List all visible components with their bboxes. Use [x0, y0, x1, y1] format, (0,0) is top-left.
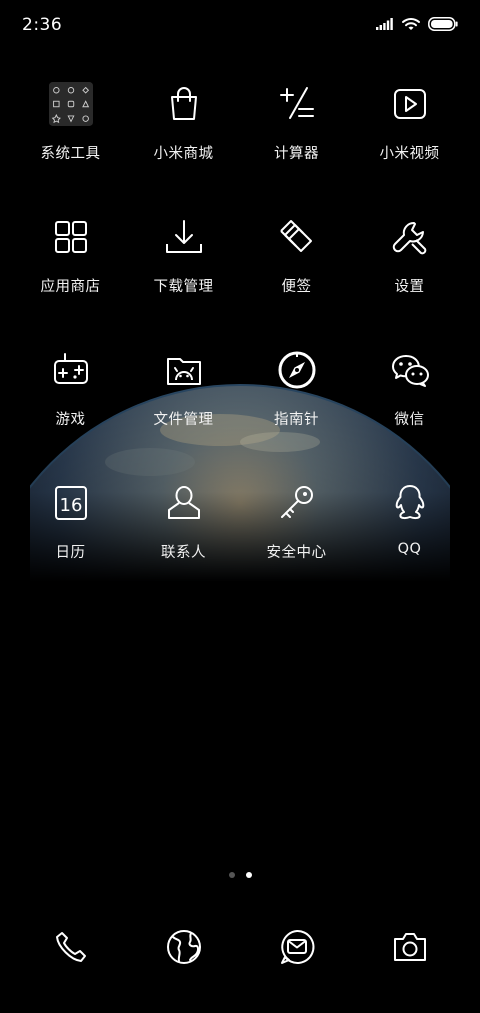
app-wechat[interactable]: 微信: [353, 344, 466, 477]
gamepad-icon: [49, 348, 93, 392]
app-label: QQ: [397, 541, 422, 557]
app-system-tools[interactable]: 系统工具: [14, 78, 127, 211]
app-calendar[interactable]: 16 日历: [14, 477, 127, 610]
dock-messages-button[interactable]: [240, 923, 353, 975]
app-label: 便签: [281, 279, 312, 295]
app-settings[interactable]: 设置: [353, 211, 466, 344]
app-store-icon: [49, 215, 93, 259]
phone-icon: [53, 929, 89, 969]
app-label: 应用商店: [40, 279, 101, 295]
download-icon: [162, 215, 206, 259]
app-label: 安全中心: [266, 545, 327, 561]
app-label: 微信: [394, 412, 425, 428]
dock-browser-button[interactable]: [127, 923, 240, 975]
app-row: 应用商店 下载管理 便签 设置: [14, 211, 466, 344]
globe-icon: [166, 929, 202, 969]
app-app-store[interactable]: 应用商店: [14, 211, 127, 344]
status-clock: 2:36: [22, 15, 63, 35]
notes-icon: [275, 215, 319, 259]
app-calculator[interactable]: 计算器: [240, 78, 353, 211]
app-label: 计算器: [274, 146, 319, 162]
app-label: 文件管理: [153, 412, 214, 428]
status-bar: 2:36: [0, 0, 480, 52]
app-label: 设置: [394, 279, 425, 295]
person-icon: [162, 481, 206, 525]
file-folder-icon: [162, 348, 206, 392]
wechat-icon: [388, 348, 432, 392]
video-play-icon: [388, 82, 432, 126]
app-notes[interactable]: 便签: [240, 211, 353, 344]
dock: [14, 923, 466, 975]
wrench-icon: [388, 215, 432, 259]
compass-icon: [275, 348, 319, 392]
app-contacts[interactable]: 联系人: [127, 477, 240, 610]
cellular-signal-icon: [376, 18, 394, 30]
page-dot-current[interactable]: [245, 872, 252, 878]
app-label: 日历: [55, 545, 86, 561]
calendar-icon: 16: [49, 481, 93, 525]
app-grid: 系统工具 小米商城 计算器 小米视频 应用商店 下载管理 便签 设置 游戏 文件…: [14, 78, 466, 610]
dock-camera-button[interactable]: [353, 923, 466, 975]
app-row: 系统工具 小米商城 计算器 小米视频: [14, 78, 466, 211]
message-icon: [279, 929, 315, 969]
app-file-manager[interactable]: 文件管理: [127, 344, 240, 477]
app-download-manager[interactable]: 下载管理: [127, 211, 240, 344]
calendar-day: 16: [59, 495, 82, 516]
app-qq[interactable]: QQ: [353, 477, 466, 610]
key-icon: [275, 481, 319, 525]
battery-icon: [428, 17, 458, 31]
page-indicator: [0, 872, 480, 878]
camera-icon: [392, 929, 428, 969]
app-label: 系统工具: [40, 146, 101, 162]
calculator-icon: [275, 82, 319, 126]
app-label: 指南针: [274, 412, 319, 428]
app-label: 联系人: [161, 545, 206, 561]
app-security-center[interactable]: 安全中心: [240, 477, 353, 610]
shopping-bag-icon: [162, 82, 206, 126]
app-mi-store[interactable]: 小米商城: [127, 78, 240, 211]
qq-penguin-icon: [388, 481, 432, 525]
page-dot[interactable]: [228, 872, 235, 878]
app-games[interactable]: 游戏: [14, 344, 127, 477]
app-mi-video[interactable]: 小米视频: [353, 78, 466, 211]
app-label: 下载管理: [153, 279, 214, 295]
folder-grid-icon: [48, 82, 93, 126]
app-label: 小米视频: [379, 146, 440, 162]
dock-phone-button[interactable]: [14, 923, 127, 975]
wifi-icon: [402, 17, 420, 31]
app-label: 游戏: [55, 412, 86, 428]
app-compass[interactable]: 指南针: [240, 344, 353, 477]
status-icons: [376, 17, 458, 31]
app-row: 16 日历 联系人 安全中心 QQ: [14, 477, 466, 610]
app-row: 游戏 文件管理 指南针 微信: [14, 344, 466, 477]
app-label: 小米商城: [153, 146, 214, 162]
